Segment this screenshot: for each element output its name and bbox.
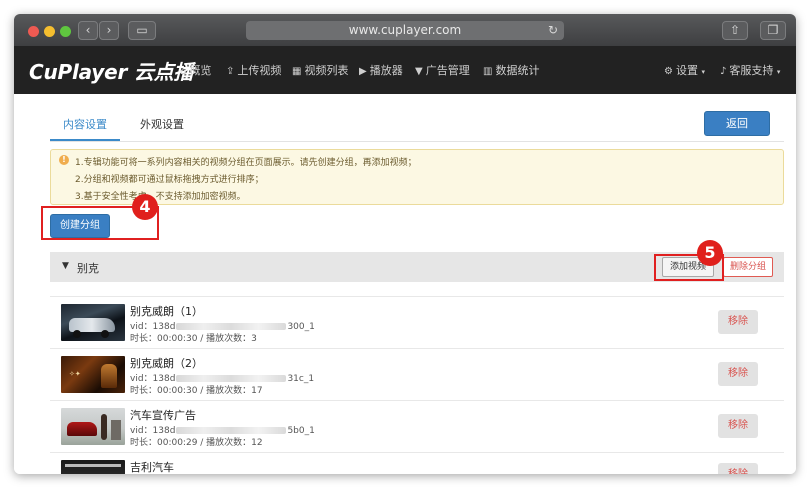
nav-item-player[interactable]: ▶ 播放器 — [359, 62, 403, 78]
address-bar[interactable]: www.cuplayer.com ↻ — [246, 21, 564, 40]
video-meta: 时长：00:00:30 / 播放次数：3 — [130, 334, 257, 344]
nav-item-ads[interactable]: ▼ 广告管理 — [415, 62, 470, 78]
share-icon[interactable]: ⇧ — [722, 21, 748, 40]
warning-icon: ! — [59, 155, 69, 165]
group-name: 别克 — [77, 262, 99, 275]
video-row[interactable]: 吉利汽车 移除 — [50, 452, 784, 474]
video-row[interactable]: ✧✦ 别克威朗（2） vid：138d 31c_1 时长：00:00:30 / 播… — [50, 348, 784, 400]
caret-down-icon[interactable]: ▼ — [62, 261, 69, 271]
forward-arrow-icon[interactable]: › — [99, 21, 119, 40]
gear-icon: ⚙ — [664, 66, 673, 77]
browser-window: ‹ › ▭ www.cuplayer.com ↻ ⇧ ❐ CuPlayer 云点… — [14, 14, 796, 474]
delete-group-button[interactable]: 删除分组 — [723, 257, 773, 277]
video-thumbnail: ✧✦ — [61, 356, 125, 393]
back-arrow-icon[interactable]: ‹ — [78, 21, 98, 40]
step-badge-4: 4 — [132, 194, 158, 220]
bar-chart-icon: ▥ — [483, 66, 493, 77]
sidebar-toggle-icon[interactable]: ▭ — [128, 21, 156, 40]
main-content: 内容设置 外观设置 返回 ! 1.专辑功能可将一系列内容相关的视频分组在页面展示… — [14, 94, 796, 474]
notice-line: 2.分组和视频都可通过鼠标拖拽方式进行排序； — [75, 175, 264, 185]
nav-item-support[interactable]: ♪ 客服支持 ▾ — [720, 62, 780, 78]
bell-icon: ♪ — [720, 66, 727, 77]
video-title: 汽车宣传广告 — [130, 409, 196, 422]
nav-item-overview[interactable]: ⌂ 概览 — [180, 62, 211, 78]
app-navbar: CuPlayer 云点播 ⌂ 概览 ⇪ 上传视频 ▦ 视频列表 ▶ 播放器 ▼ 广告管理 … — [14, 46, 796, 94]
remove-video-button[interactable]: 移除 — [718, 414, 758, 438]
chevron-down-icon: ▾ — [776, 68, 781, 76]
video-title: 别克威朗（2） — [130, 357, 203, 370]
video-title: 吉利汽车 — [130, 461, 174, 474]
video-thumbnail — [61, 304, 125, 341]
nav-item-settings[interactable]: ⚙ 设置 ▾ — [664, 62, 705, 78]
notice-line: 3.基于安全性考虑，不支持添加加密视频。 — [75, 192, 246, 202]
browser-toolbar: ‹ › ▭ www.cuplayer.com ↻ ⇧ ❐ — [14, 14, 796, 46]
video-meta: 时长：00:00:29 / 播放次数：12 — [130, 438, 263, 448]
url-text: www.cuplayer.com — [348, 23, 462, 37]
tab-divider — [50, 141, 784, 142]
video-thumbnail — [61, 408, 125, 445]
minimize-window-button[interactable] — [44, 26, 55, 37]
chevron-down-icon: ▾ — [701, 68, 705, 76]
reload-icon[interactable]: ↻ — [548, 21, 558, 40]
play-circle-icon: ▶ — [359, 66, 367, 77]
step-badge-5: 5 — [697, 240, 723, 266]
remove-video-button[interactable]: 移除 — [718, 463, 758, 474]
video-meta: 时长：00:00:30 / 播放次数：17 — [130, 386, 263, 396]
tab-content-settings[interactable]: 内容设置 — [50, 116, 120, 141]
logo[interactable]: CuPlayer 云点播 — [29, 56, 194, 85]
tab-appearance-settings[interactable]: 外观设置 — [140, 116, 184, 132]
redacted-mask — [176, 375, 287, 382]
video-thumbnail — [61, 460, 125, 474]
video-title: 别克威朗（1） — [130, 305, 203, 318]
remove-video-button[interactable]: 移除 — [718, 362, 758, 386]
video-row[interactable]: 别克威朗（1） vid：138d 300_1 时长：00:00:30 / 播放次数… — [50, 296, 784, 348]
nav-item-stats[interactable]: ▥ 数据统计 — [483, 62, 539, 78]
home-icon: ⌂ — [180, 66, 187, 77]
maximize-window-button[interactable] — [60, 26, 71, 37]
notice-box: ! 1.专辑功能可将一系列内容相关的视频分组在页面展示。请先创建分组，再添加视频… — [50, 149, 784, 205]
film-icon: ▦ — [292, 66, 302, 77]
back-button[interactable]: 返回 — [704, 111, 770, 136]
video-row[interactable]: 汽车宣传广告 vid：138d 5b0_1 时长：00:00:29 / 播放次数：… — [50, 400, 784, 452]
nav-item-upload[interactable]: ⇪ 上传视频 — [226, 62, 281, 78]
notice-line: 1.专辑功能可将一系列内容相关的视频分组在页面展示。请先创建分组，再添加视频； — [75, 158, 417, 168]
remove-video-button[interactable]: 移除 — [718, 310, 758, 334]
nav-item-video-list[interactable]: ▦ 视频列表 — [292, 62, 348, 78]
redacted-mask — [176, 427, 287, 434]
tabs-overview-icon[interactable]: ❐ — [760, 21, 786, 40]
redacted-mask — [176, 323, 287, 330]
close-window-button[interactable] — [28, 26, 39, 37]
filter-icon: ▼ — [415, 66, 423, 77]
upload-icon: ⇪ — [226, 66, 235, 77]
